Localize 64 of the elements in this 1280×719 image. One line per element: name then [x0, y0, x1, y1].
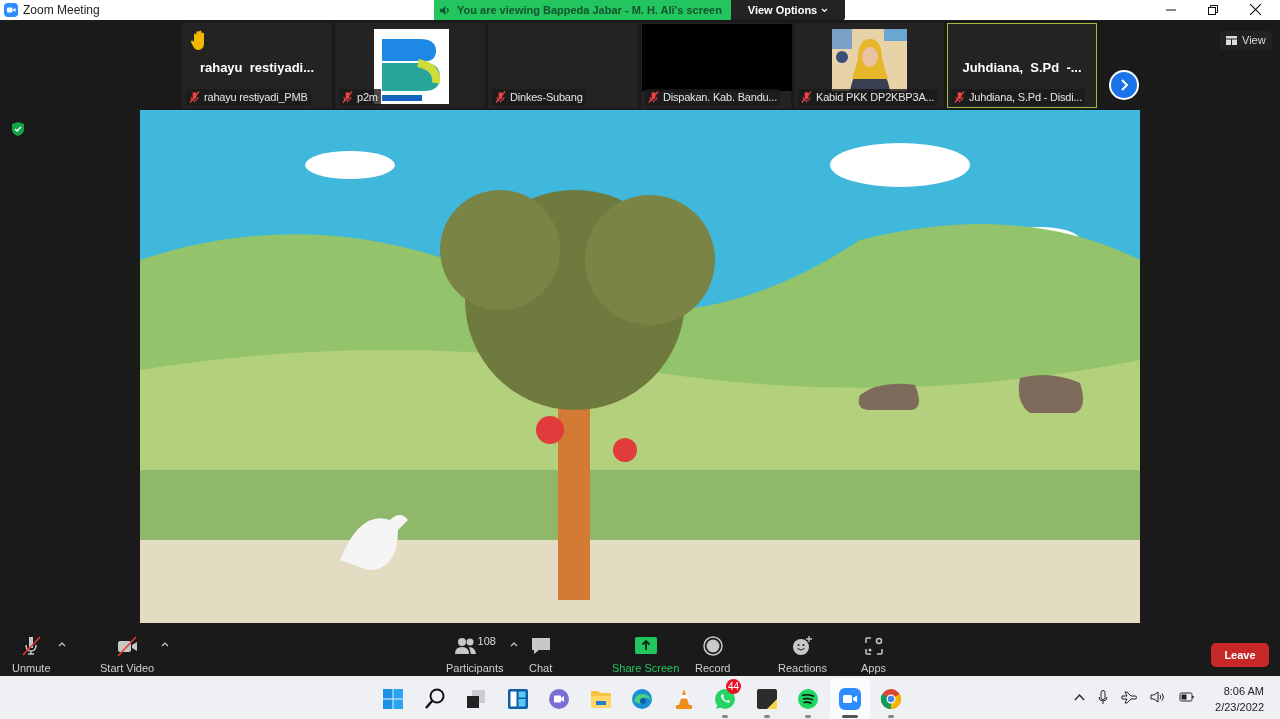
leave-button[interactable]: Leave — [1211, 642, 1269, 667]
apps-icon — [862, 634, 885, 657]
smiley-plus-icon — [791, 634, 814, 657]
participant-label: Dispakan. Kab. Bandu... — [663, 89, 778, 105]
video-camera-icon — [837, 686, 862, 711]
speaker-icon — [439, 5, 450, 16]
clock-date[interactable]: 2/23/2022 — [1215, 698, 1264, 715]
video-chat-icon — [547, 686, 572, 711]
taskbar-app[interactable]: 44 — [705, 677, 746, 719]
participant-label: rahayu restiyadi_PMB — [204, 89, 308, 105]
participant-label: p2m — [357, 89, 378, 105]
view-options-button[interactable]: View Options — [731, 0, 845, 21]
caret-icon — [821, 8, 829, 13]
window-title: Zoom Meeting — [23, 1, 100, 19]
taskbar-app[interactable] — [829, 677, 870, 719]
toolbar-button[interactable]: Reactions — [778, 634, 827, 677]
participant-tile[interactable]: Dispakan. Kab. Bandu... — [641, 22, 791, 108]
toolbar-button[interactable]: Share Screen — [612, 634, 680, 677]
share-banner-text: You are viewing Bappeda Jabar - M. H. Ali's screen — [457, 3, 722, 19]
caret-up-icon[interactable] — [161, 641, 170, 647]
battery-icon[interactable] — [1179, 691, 1195, 704]
shield-icon[interactable] — [12, 121, 24, 136]
windows-logo-icon — [381, 686, 406, 711]
browser-wave-icon — [630, 686, 655, 711]
participant-tile[interactable]: rahayu restiyadi... rahayu restiyadi_PMB — [182, 22, 332, 108]
sound-waves-icon — [796, 686, 821, 711]
participant-tile[interactable]: p2m — [335, 22, 485, 108]
toolbar-button[interactable]: Unmute — [12, 634, 51, 677]
caret-up-icon[interactable] — [510, 641, 519, 647]
record-icon — [701, 634, 724, 657]
clock-time[interactable]: 8:06 AM — [1223, 682, 1264, 699]
participant-tile[interactable]: Kabid PKK DP2KBP3A... — [794, 22, 944, 108]
chevron-up-icon[interactable] — [1074, 693, 1085, 701]
caret-up-icon[interactable] — [57, 641, 66, 647]
toolbar-button[interactable]: Chat — [529, 634, 553, 677]
participant-count: 108 — [477, 634, 496, 647]
toolbar-button[interactable]: Apps — [861, 634, 887, 677]
view-button[interactable]: View — [1220, 30, 1272, 50]
toolbar-button[interactable]: Start Video — [100, 634, 155, 677]
participant-name: Juhdiana, S.Pd -... — [961, 58, 1083, 77]
video-camera-off-icon — [116, 634, 139, 657]
participant-name: rahayu restiyadi... — [198, 58, 316, 77]
participant-tile[interactable]: Dinkes-Subang — [488, 22, 638, 108]
share-screen-icon — [634, 634, 657, 657]
toolbar-button[interactable]: 108 Participants — [446, 634, 504, 677]
browser-circle-icon — [879, 686, 904, 711]
microphone-muted-icon — [20, 634, 43, 657]
chevron-right-icon — [1111, 71, 1137, 98]
widgets-icon — [505, 686, 530, 711]
grid-icon — [1226, 35, 1237, 45]
toolbar-button[interactable]: Record — [695, 634, 731, 677]
close-icon[interactable] — [1250, 4, 1261, 16]
restore-icon[interactable] — [1208, 4, 1218, 15]
speaker-icon[interactable] — [1150, 691, 1166, 704]
microphone-icon[interactable] — [1098, 689, 1108, 705]
participant-tile[interactable]: Juhdiana, S.Pd -... Juhdiana, S.Pd - Disdi... — [947, 22, 1097, 108]
airplane-icon[interactable] — [1121, 690, 1137, 704]
next-page-button[interactable] — [1109, 69, 1139, 100]
participant-label: Dinkes-Subang — [510, 89, 583, 105]
sticky-note-icon — [754, 686, 779, 711]
participant-label: Juhdiana, S.Pd - Disdi... — [969, 89, 1082, 105]
participant-label: Kabid PKK DP2KBP3A... — [816, 89, 935, 105]
notification-badge: 44 — [726, 678, 742, 694]
search-icon — [422, 686, 447, 711]
